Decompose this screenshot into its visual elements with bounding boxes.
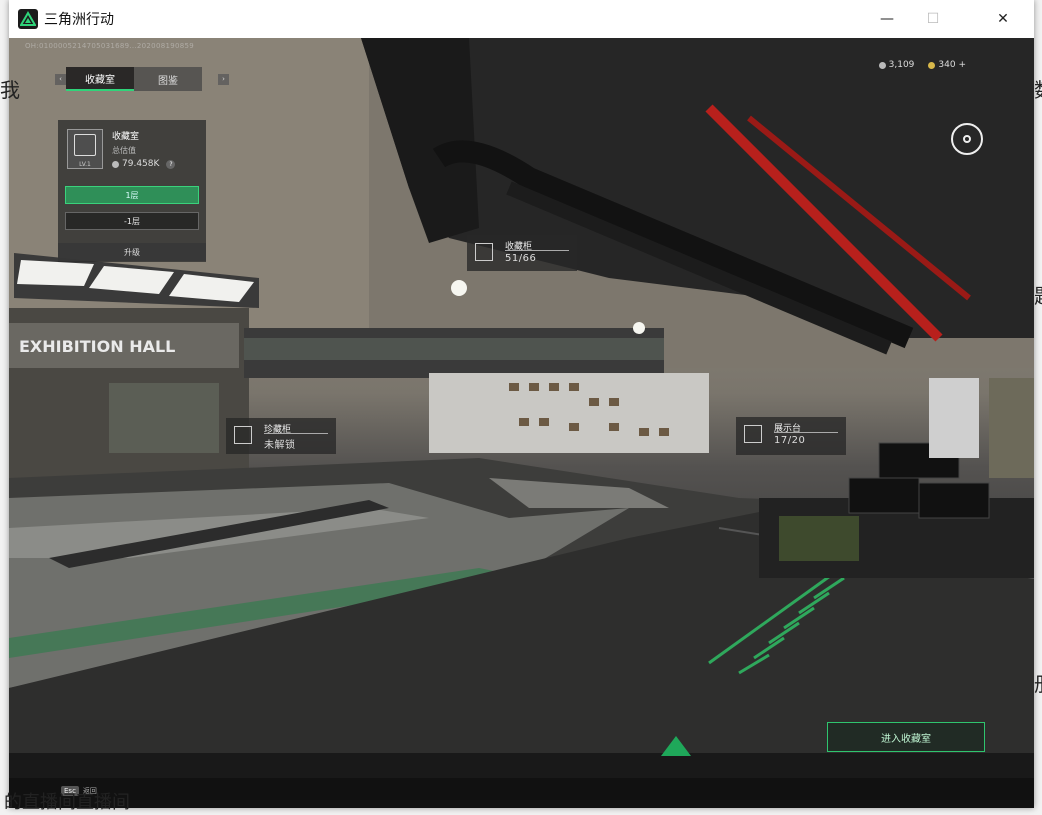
view-toggle-icon[interactable] (951, 123, 983, 155)
total-value-text: 79.458K (122, 159, 160, 169)
gold-coin-icon (928, 61, 936, 69)
silver-coin-icon (878, 61, 886, 69)
tab-prev-icon[interactable]: ‹ (55, 73, 66, 85)
exhibition-hall-sign: EXHIBITION HALL (19, 337, 175, 356)
rare-divider (264, 433, 328, 434)
display-divider (774, 432, 838, 433)
lock-icon (234, 426, 252, 444)
panel-subtitle: 总估值 (112, 146, 136, 155)
display-stand-icon (744, 425, 762, 443)
window-title: 三角洲行动 (44, 12, 114, 28)
bg-fragment-4: 册 (1034, 668, 1042, 697)
total-value: 79.458K ? (112, 159, 176, 169)
bg-fragment-1: 我 (0, 78, 20, 102)
currency-bar: 3,109 340 + (878, 60, 966, 70)
cabinet-count: 51/66 (505, 253, 537, 264)
upgrade-button[interactable]: 升级 (58, 243, 206, 261)
build-id: OH:0100005214705031689...202008190859 (25, 42, 194, 50)
close-button[interactable]: ✕ (980, 0, 1026, 38)
tab-bar: ‹ 收藏室 图鉴 › (55, 67, 239, 91)
collection-panel: LV.1 收藏室 总估值 79.458K ? 1层 -1层 (58, 120, 206, 262)
game-viewport[interactable]: EXHIBITION HALL OH:0100005214705031689..… (9, 38, 1034, 778)
display-stand-label[interactable]: 展示台 17/20 (736, 417, 846, 455)
display-stand-count: 17/20 (774, 435, 806, 446)
floor-1-button[interactable]: 1层 (65, 186, 199, 204)
bg-fragment-2: 数 (1034, 74, 1042, 103)
rare-cabinet-label[interactable]: 珍藏柜 未解锁 (226, 418, 336, 454)
tab-catalog[interactable]: 图鉴 (134, 67, 202, 91)
game-window: 三角洲行动 — ☐ ✕ EXHIBITION HALL OH:010000521… (9, 0, 1034, 808)
cabinet-label[interactable]: 收藏柜 51/66 (467, 235, 577, 271)
panel-title: 收藏室 (112, 132, 140, 142)
help-icon[interactable]: ? (166, 159, 176, 169)
bottom-bar: Esc 返回 (9, 778, 1034, 808)
tab-collection-room[interactable]: 收藏室 (66, 67, 134, 91)
cabinet-icon (475, 243, 493, 261)
gold-amount[interactable]: 340 + (938, 60, 966, 70)
rare-cabinet-status: 未解锁 (264, 440, 296, 451)
minimize-button[interactable]: — (864, 0, 910, 38)
floor-minus1-button[interactable]: -1层 (65, 212, 199, 230)
title-bar: 三角洲行动 — ☐ ✕ (9, 0, 1034, 38)
maximize-button[interactable]: ☐ (910, 0, 956, 38)
tab-next-icon[interactable]: › (218, 73, 229, 85)
bg-fragment-3: 题 (1034, 280, 1042, 309)
move-forward-icon[interactable] (661, 736, 691, 756)
coin-icon (112, 160, 119, 168)
bg-fragment-5: 的直播间直播间 (4, 792, 130, 813)
silver-amount: 3,109 (888, 60, 915, 70)
cabinet-divider (505, 250, 569, 251)
level-label: LV.1 (79, 161, 91, 168)
app-logo-icon (18, 9, 38, 29)
enter-collection-room-button[interactable]: 进入收藏室 (827, 722, 985, 752)
